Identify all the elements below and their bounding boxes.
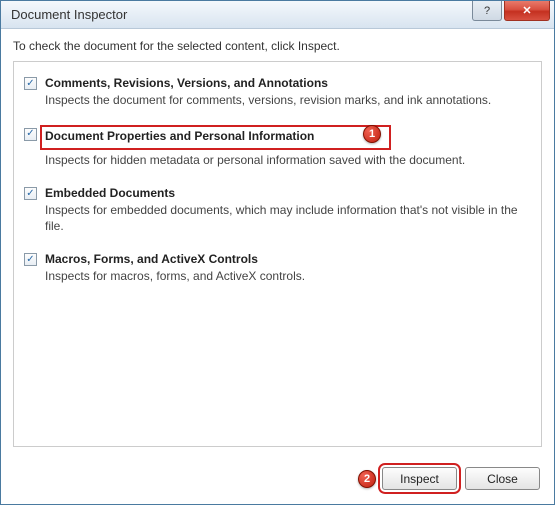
option-text: Document Properties and Personal Informa…: [45, 127, 531, 169]
instruction-text: To check the document for the selected c…: [1, 29, 554, 61]
checkbox-properties[interactable]: ✓: [24, 128, 37, 141]
close-button[interactable]: Close: [465, 467, 540, 490]
callout-badge-2: 2: [358, 470, 376, 488]
check-icon: ✓: [26, 129, 34, 139]
titlebar-buttons: ? ✕: [472, 1, 552, 21]
option-text: Comments, Revisions, Versions, and Annot…: [45, 76, 531, 109]
option-macros: ✓ Macros, Forms, and ActiveX Controls In…: [24, 252, 531, 285]
annotation-highlight: Document Properties and Personal Informa…: [40, 125, 391, 150]
window-title: Document Inspector: [11, 7, 127, 22]
inspect-button[interactable]: Inspect: [382, 467, 457, 490]
close-window-button[interactable]: ✕: [504, 1, 550, 21]
option-desc: Inspects for embedded documents, which m…: [45, 203, 531, 234]
option-title: Embedded Documents: [45, 186, 531, 200]
dialog-footer: 2 Inspect Close: [1, 457, 554, 504]
callout-badge-1: 1: [363, 125, 381, 143]
option-title: Document Properties and Personal Informa…: [45, 129, 386, 143]
checkbox-embedded[interactable]: ✓: [24, 187, 37, 200]
help-button[interactable]: ?: [472, 1, 502, 21]
option-title: Comments, Revisions, Versions, and Annot…: [45, 76, 531, 90]
check-icon: ✓: [26, 79, 34, 89]
option-title: Macros, Forms, and ActiveX Controls: [45, 252, 531, 266]
options-panel: ✓ Comments, Revisions, Versions, and Ann…: [13, 61, 542, 447]
option-comments: ✓ Comments, Revisions, Versions, and Ann…: [24, 76, 531, 109]
dialog-window: Document Inspector ? ✕ To check the docu…: [0, 0, 555, 505]
checkbox-comments[interactable]: ✓: [24, 77, 37, 90]
option-embedded: ✓ Embedded Documents Inspects for embedd…: [24, 186, 531, 234]
option-desc: Inspects for hidden metadata or personal…: [45, 153, 531, 169]
option-desc: Inspects the document for comments, vers…: [45, 93, 531, 109]
check-icon: ✓: [26, 255, 34, 265]
checkbox-macros[interactable]: ✓: [24, 253, 37, 266]
check-icon: ✓: [26, 189, 34, 199]
close-icon: ✕: [522, 4, 531, 17]
option-properties: ✓ Document Properties and Personal Infor…: [24, 127, 531, 169]
option-text: Embedded Documents Inspects for embedded…: [45, 186, 531, 234]
titlebar: Document Inspector ? ✕: [1, 1, 554, 29]
option-text: Macros, Forms, and ActiveX Controls Insp…: [45, 252, 531, 285]
help-icon: ?: [484, 5, 490, 17]
option-desc: Inspects for macros, forms, and ActiveX …: [45, 269, 531, 285]
